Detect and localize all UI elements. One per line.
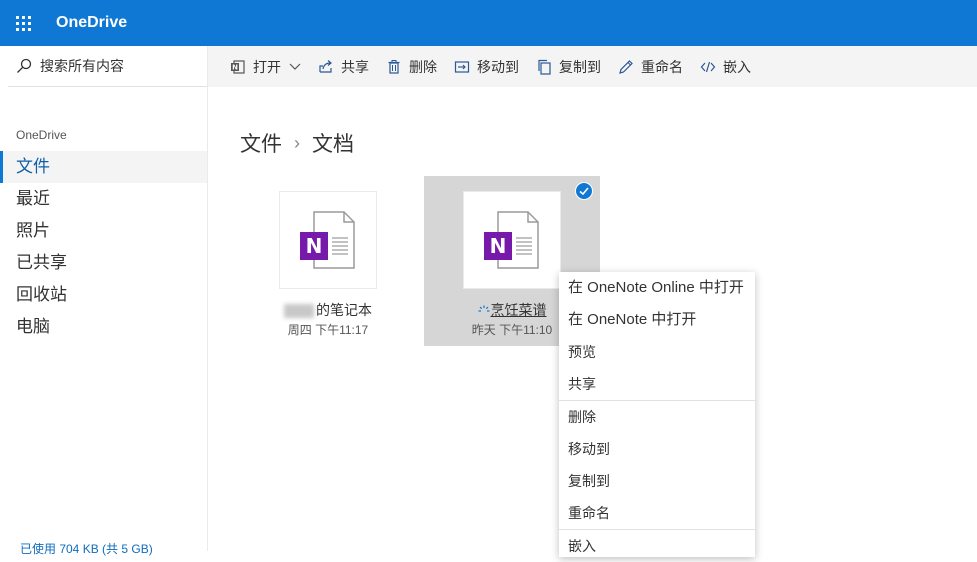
search-icon — [17, 58, 32, 73]
redacted-name — [284, 304, 314, 319]
sidebar-nav: 文件 最近 照片 已共享 回收站 电脑 — [0, 151, 207, 343]
context-menu: 在 OneNote Online 中打开 在 OneNote 中打开 预览 共享… — [559, 272, 755, 557]
menu-open-onenote[interactable]: 在 OneNote 中打开 — [559, 304, 755, 336]
sidebar-item-photos[interactable]: 照片 — [0, 215, 207, 247]
rename-button[interactable]: 重命名 — [618, 57, 683, 77]
sidebar-item-files[interactable]: 文件 — [0, 151, 207, 183]
file-name-text: 的笔记本 — [316, 302, 372, 318]
move-icon — [454, 60, 470, 73]
embed-label: 嵌入 — [723, 58, 751, 75]
top-bar: OneDrive — [0, 0, 977, 46]
sidebar-item-recycle-bin[interactable]: 回收站 — [0, 279, 207, 311]
chevron-right-icon: › — [294, 132, 300, 153]
chevron-down-icon — [289, 63, 301, 70]
menu-share[interactable]: 共享 — [559, 368, 755, 400]
selected-check-icon[interactable] — [575, 182, 593, 200]
open-button[interactable]: N 打开 — [230, 57, 301, 77]
delete-label: 删除 — [409, 58, 437, 75]
file-date: 周四 下午11:17 — [287, 323, 369, 337]
sidebar-item-pcs[interactable]: 电脑 — [0, 311, 207, 343]
command-bar: N 打开 共享 删除 移动到 复制到 重命名 嵌入 — [208, 46, 977, 87]
file-tile[interactable]: N 的笔记本 周四 下午11:17 — [240, 176, 416, 346]
section-label: OneDrive — [16, 128, 67, 142]
file-name-text: 烹饪菜谱 — [490, 302, 547, 318]
svg-text:N: N — [306, 234, 323, 258]
breadcrumb: 文件 › 文档 — [240, 128, 354, 158]
rename-label: 重命名 — [641, 58, 683, 75]
onenote-small-icon: N — [231, 59, 245, 74]
breadcrumb-root[interactable]: 文件 — [240, 128, 282, 158]
copy-to-label: 复制到 — [559, 58, 601, 75]
breadcrumb-current: 文档 — [312, 133, 354, 156]
waffle-icon — [15, 15, 31, 31]
move-to-label: 移动到 — [477, 58, 519, 75]
onenote-icon: N — [300, 211, 355, 269]
sidebar-item-recent[interactable]: 最近 — [0, 183, 207, 215]
sidebar: OneDrive 文件 最近 照片 已共享 回收站 电脑 已使用 704 KB … — [0, 46, 208, 556]
menu-embed[interactable]: 嵌入 — [559, 530, 755, 562]
app-launcher-button[interactable] — [0, 0, 46, 46]
menu-move-to[interactable]: 移动到 — [559, 433, 755, 465]
svg-text:N: N — [490, 234, 507, 258]
loading-spinner-icon — [478, 305, 489, 312]
pencil-icon — [619, 59, 633, 74]
embed-button[interactable]: 嵌入 — [700, 57, 751, 77]
search-box[interactable] — [8, 46, 207, 87]
svg-text:N: N — [232, 63, 238, 71]
menu-open-onenote-online[interactable]: 在 OneNote Online 中打开 — [559, 272, 755, 304]
move-to-button[interactable]: 移动到 — [454, 57, 519, 77]
onenote-icon: N — [484, 211, 539, 269]
menu-rename[interactable]: 重命名 — [559, 497, 755, 529]
menu-preview[interactable]: 预览 — [559, 336, 755, 368]
app-title[interactable]: OneDrive — [56, 14, 127, 32]
copy-to-button[interactable]: 复制到 — [536, 57, 601, 77]
search-input[interactable] — [38, 57, 192, 75]
copy-icon — [538, 59, 551, 75]
share-icon — [319, 59, 332, 73]
share-button[interactable]: 共享 — [318, 57, 369, 77]
file-name[interactable]: 的笔记本 — [240, 300, 416, 320]
menu-copy-to[interactable]: 复制到 — [559, 465, 755, 497]
menu-delete[interactable]: 删除 — [559, 401, 755, 433]
sidebar-item-shared[interactable]: 已共享 — [0, 247, 207, 279]
trash-icon — [388, 59, 400, 74]
open-label: 打开 — [253, 58, 281, 75]
storage-link[interactable]: 已使用 704 KB (共 5 GB) — [20, 540, 153, 557]
embed-code-icon — [700, 61, 716, 72]
file-thumbnail: N — [464, 192, 560, 288]
delete-button[interactable]: 删除 — [386, 57, 437, 77]
share-label: 共享 — [341, 58, 369, 75]
file-thumbnail: N — [280, 192, 376, 288]
